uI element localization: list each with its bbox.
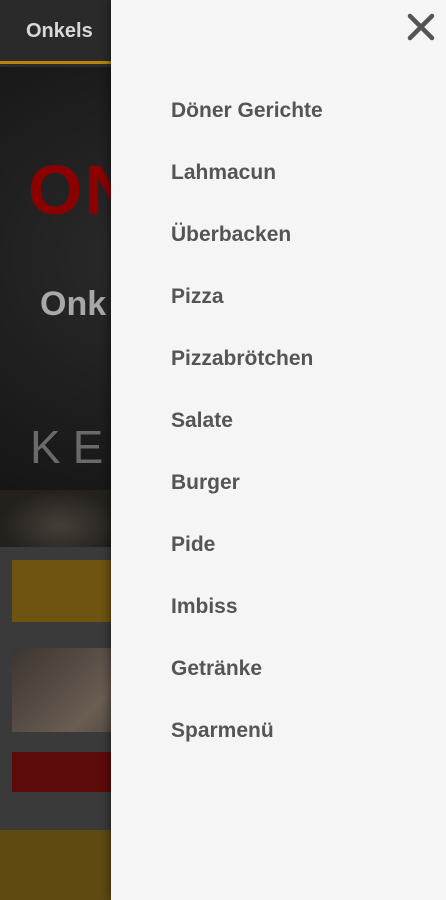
menu-item-pizza[interactable]: Pizza xyxy=(171,266,323,328)
menu-item-sparmenu[interactable]: Sparmenü xyxy=(171,700,323,762)
menu-item-label: Salate xyxy=(171,409,233,432)
menu-item-burger[interactable]: Burger xyxy=(171,452,323,514)
hero-food-image xyxy=(0,490,120,550)
brand-title[interactable]: Onkels xyxy=(26,20,93,43)
hero-tagline: KE xyxy=(30,421,116,473)
menu-item-label: Pizzabrötchen xyxy=(171,347,314,370)
menu-item-imbiss[interactable]: Imbiss xyxy=(171,576,323,638)
category-menu: Döner Gerichte Lahmacun Überbacken Pizza… xyxy=(171,80,323,762)
menu-item-uberbacken[interactable]: Überbacken xyxy=(171,204,323,266)
menu-item-label: Burger xyxy=(171,471,240,494)
menu-item-label: Überbacken xyxy=(171,223,292,246)
menu-item-doner-gerichte[interactable]: Döner Gerichte xyxy=(171,80,323,142)
navigation-drawer: Döner Gerichte Lahmacun Überbacken Pizza… xyxy=(111,0,446,900)
menu-item-getranke[interactable]: Getränke xyxy=(171,638,323,700)
menu-item-label: Lahmacun xyxy=(171,161,277,184)
menu-item-label: Imbiss xyxy=(171,595,238,618)
menu-item-label: Sparmenü xyxy=(171,719,274,742)
close-icon[interactable] xyxy=(406,12,436,42)
menu-item-pide[interactable]: Pide xyxy=(171,514,323,576)
menu-item-lahmacun[interactable]: Lahmacun xyxy=(171,142,323,204)
menu-item-salate[interactable]: Salate xyxy=(171,390,323,452)
menu-item-label: Getränke xyxy=(171,657,263,680)
menu-item-label: Pizza xyxy=(171,285,224,308)
menu-item-pizzabrotchen[interactable]: Pizzabrötchen xyxy=(171,328,323,390)
menu-item-label: Pide xyxy=(171,533,216,556)
menu-item-label: Döner Gerichte xyxy=(171,99,323,122)
hero-subtitle: Onk xyxy=(40,285,107,323)
